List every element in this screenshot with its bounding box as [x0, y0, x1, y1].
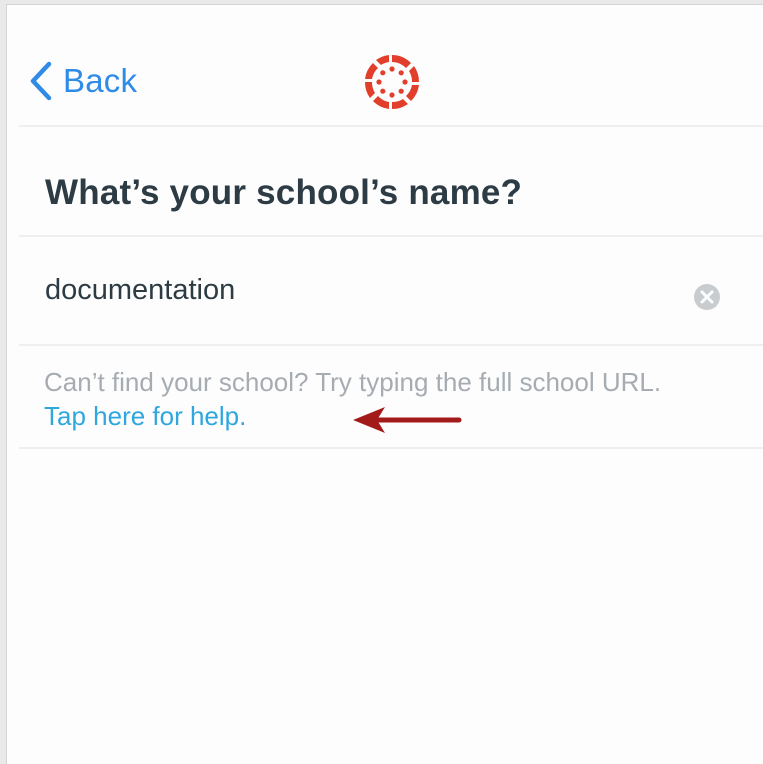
- school-search-input[interactable]: [45, 267, 665, 313]
- clear-circle-icon[interactable]: [693, 283, 721, 311]
- red-arrow-icon: [353, 407, 462, 433]
- navigation-bar: Back: [7, 5, 763, 127]
- back-button-label: Back: [63, 62, 138, 99]
- help-divider: [19, 447, 763, 449]
- school-search-field: [7, 237, 763, 345]
- canvas-logo-icon: [364, 55, 420, 110]
- help-message: Can’t find your school? Try typing the f…: [44, 367, 662, 397]
- page-title: What’s your school’s name?: [45, 173, 523, 212]
- nav-divider: [19, 125, 763, 127]
- help-link[interactable]: Tap here for help.: [44, 401, 246, 431]
- chevron-left-icon: [30, 61, 52, 101]
- back-button[interactable]: Back: [29, 59, 137, 103]
- app-screen: Back What’s your school’s name? document…: [6, 4, 763, 764]
- field-divider: [19, 344, 763, 346]
